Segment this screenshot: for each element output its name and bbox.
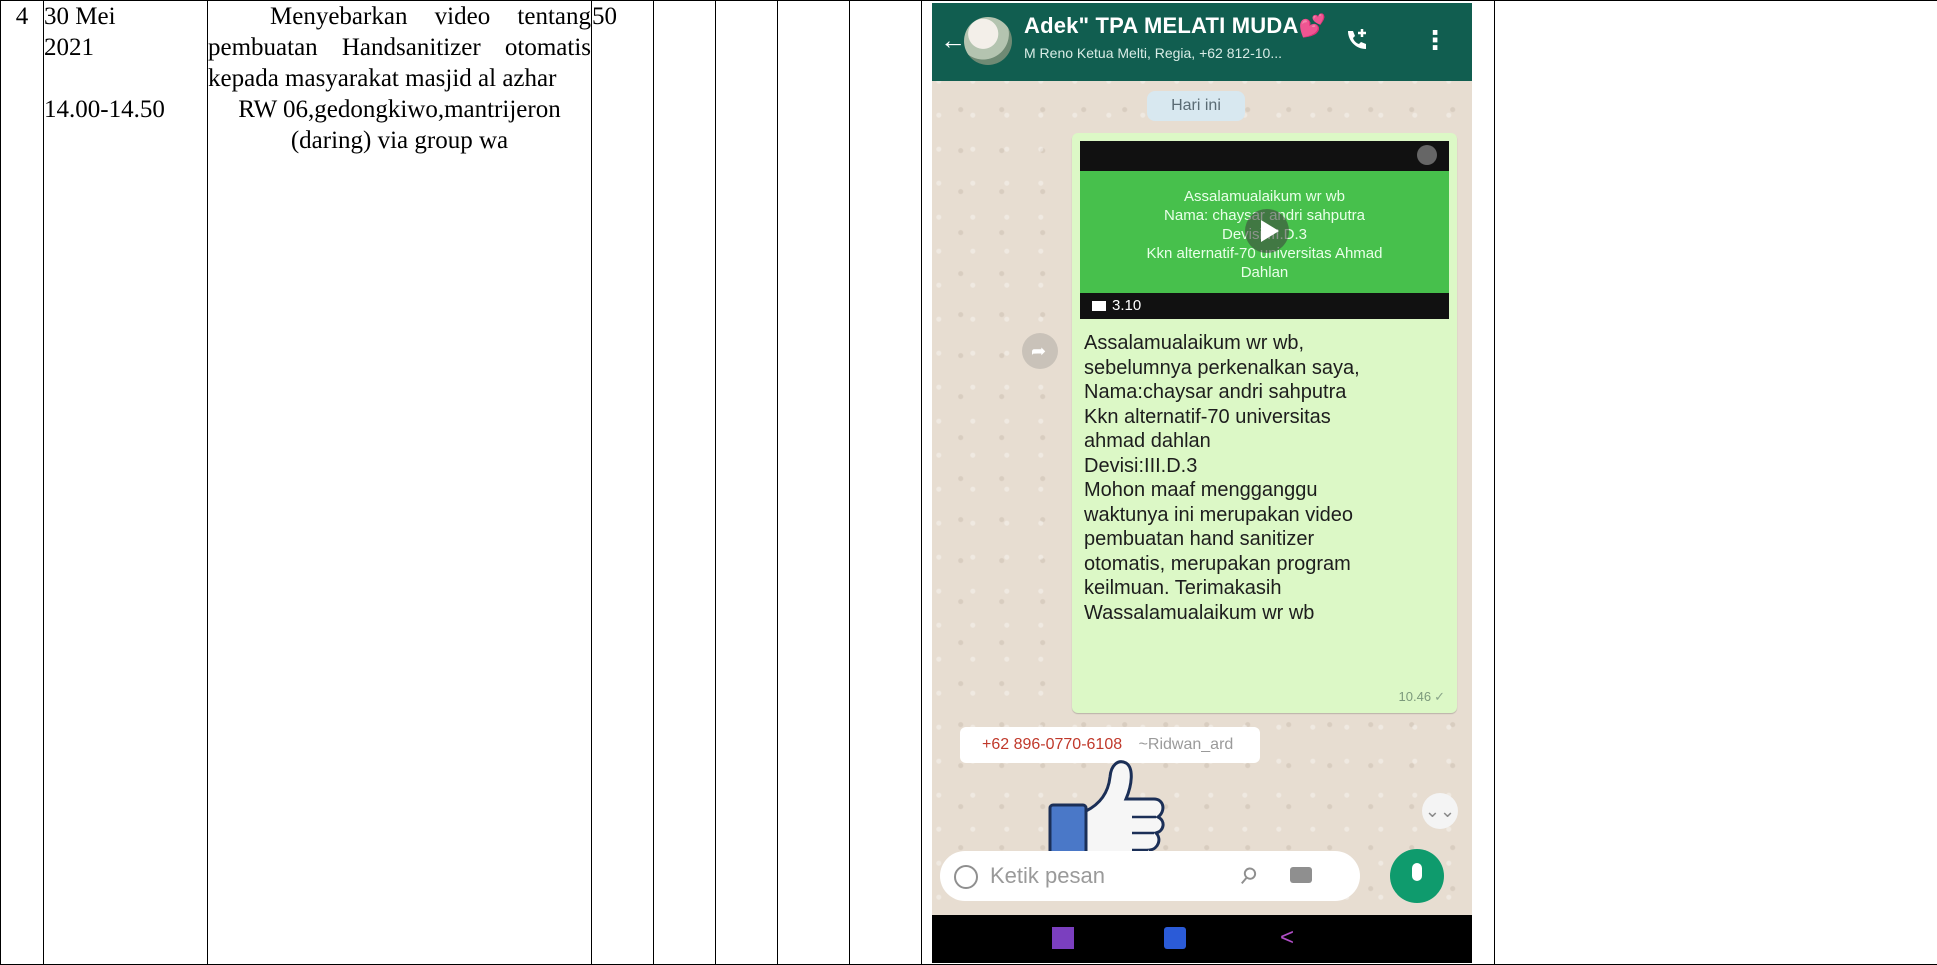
play-icon[interactable] (1245, 209, 1289, 253)
message-line: otomatis, merupakan program (1084, 552, 1351, 575)
video-camera-icon (1092, 301, 1106, 312)
activity-description: Menyebarkan video tentang pembuatan Hand… (207, 0, 592, 965)
sender-number: +62 896-0770-6108 (982, 736, 1123, 753)
message-input[interactable]: Ketik pesan ⚲ (940, 851, 1360, 901)
message-line: Assalamualaikum wr wb, (1084, 332, 1305, 354)
home-icon[interactable] (1164, 927, 1186, 949)
evidence-screenshot-cell: ← Adek" TPA MELATI MUDA💕 M Reno Ketua Me… (921, 0, 1495, 965)
empty-cell (1494, 0, 1937, 965)
more-menu-icon[interactable]: ⋮ (1422, 27, 1448, 53)
day-separator: Hari ini (1147, 91, 1245, 121)
whatsapp-screenshot: ← Adek" TPA MELATI MUDA💕 M Reno Ketua Me… (932, 3, 1472, 963)
nav-back-icon[interactable]: < (1280, 926, 1302, 950)
video-thumbnail: Assalamualaikum wr wb Nama: chaysar andr… (1080, 171, 1449, 293)
video-duration: 3.10 (1112, 297, 1142, 314)
camera-icon[interactable] (1290, 867, 1312, 883)
message-line: Devisi:III.D.3 (1084, 454, 1198, 477)
message-line: Mohon maaf mengganggu (1084, 479, 1318, 501)
message-line: waktunya ini merupakan video (1084, 503, 1354, 526)
message-text: Assalamualaikum wr wb, sebelumnya perken… (1084, 331, 1449, 625)
sent-check-icon: ✓ (1434, 689, 1445, 704)
message-line: ahmad dahlan (1084, 430, 1211, 452)
video-caption-line: Dahlan (1240, 264, 1289, 281)
activity-log-table: 4 30 Mei 2021 14.00-14.50 Menyebarkan vi… (0, 0, 1937, 965)
date-year: 2021 (44, 34, 94, 61)
message-timestamp: 10.46 ✓ (1398, 689, 1445, 704)
message-line: keilmuan. Terimakasih (1084, 577, 1282, 599)
message-line: pembuatan hand sanitizer (1084, 528, 1315, 550)
empty-cell (715, 0, 778, 965)
date-cell: 30 Mei 2021 14.00-14.50 (43, 0, 208, 965)
heart-icon: 💕 (1298, 13, 1327, 38)
scroll-down-icon[interactable]: ⌄⌄ (1422, 793, 1458, 829)
sender-name: ~Ridwan_ard (1138, 736, 1234, 753)
message-line: sebelumnya perkenalkan saya, (1084, 356, 1360, 379)
chat-header: ← Adek" TPA MELATI MUDA💕 M Reno Ketua Me… (932, 3, 1472, 81)
date-day: 30 Mei (44, 3, 116, 30)
time-range: 14.00-14.50 (44, 96, 165, 123)
group-avatar[interactable] (964, 17, 1012, 65)
group-title[interactable]: Adek" TPA MELATI MUDA💕 (1024, 13, 1326, 39)
table-row: 4 30 Mei 2021 14.00-14.50 Menyebarkan vi… (0, 0, 1937, 965)
row-number: 4 (0, 0, 44, 965)
message-bubble[interactable]: Assalamualaikum wr wb Nama: chaysar andr… (1072, 133, 1457, 713)
value-cell: 50 (591, 0, 654, 965)
emoji-icon[interactable] (954, 865, 978, 889)
message-line: Nama:chaysar andri sahputra (1084, 381, 1347, 403)
add-call-icon[interactable] (1342, 25, 1372, 55)
android-nav-bar: < (932, 915, 1472, 963)
group-members: M Reno Ketua Melti, Regia, +62 812-10... (1024, 45, 1282, 61)
empty-cell (849, 0, 922, 965)
back-arrow-icon[interactable]: ← (940, 27, 966, 53)
activity-text-2: RW 06,gedongkiwo,mantrijeron (daring) vi… (238, 96, 561, 154)
empty-cell (777, 0, 850, 965)
attach-icon[interactable]: ⚲ (1234, 861, 1262, 891)
message-line: Wassalamualaikum wr wb (1084, 601, 1315, 624)
empty-cell (653, 0, 716, 965)
video-attachment[interactable]: Assalamualaikum wr wb Nama: chaysar andr… (1080, 141, 1449, 319)
activity-text-1: Menyebarkan video tentang pembuatan Hand… (208, 3, 591, 92)
message-input-placeholder: Ketik pesan (990, 863, 1105, 888)
video-close-icon[interactable] (1417, 145, 1437, 165)
message-line: Kkn alternatif-70 universitas (1084, 405, 1331, 428)
video-caption-line: Assalamualaikum wr wb (1184, 188, 1345, 205)
forward-icon[interactable]: ➦ (1022, 333, 1058, 369)
recent-apps-icon[interactable] (1052, 927, 1074, 949)
mic-icon[interactable] (1390, 849, 1444, 903)
